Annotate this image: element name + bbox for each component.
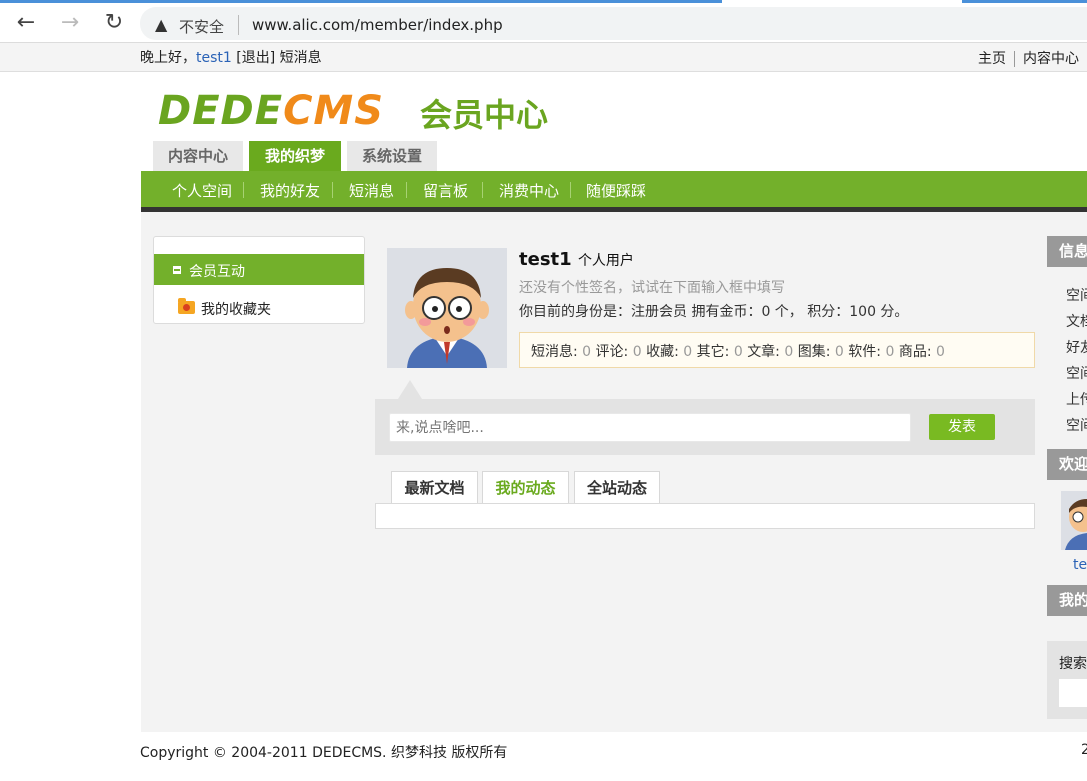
member-topbar: 晚上好，test1 [退出] 短消息 主页 内容中心 [0, 43, 1087, 72]
avatar[interactable] [1061, 491, 1087, 550]
greeting-text: 晚上好， [140, 50, 196, 66]
tab-site-activity[interactable]: 全站动态 [574, 471, 660, 503]
stat-value[interactable]: 0 [936, 344, 945, 360]
logo-text: DEDECMS [158, 88, 385, 134]
sidebar-section-label: 会员互动 [189, 264, 245, 280]
tab-my-activity[interactable]: 我的动态 [482, 471, 569, 503]
stat-label: 软件: [848, 344, 881, 360]
stat-value[interactable]: 0 [734, 344, 743, 360]
url-text[interactable]: www.alic.com/member/index.php [252, 16, 503, 34]
collapse-icon[interactable] [173, 266, 181, 274]
divider [406, 182, 407, 198]
stat-value[interactable]: 0 [582, 344, 591, 360]
postbox-caret [398, 380, 422, 399]
search-label: 搜索 [1059, 656, 1087, 672]
divider [238, 15, 239, 35]
tab-latest-docs[interactable]: 最新文档 [391, 471, 478, 503]
forward-arrow-icon[interactable]: → [57, 10, 83, 36]
sub-nav: 个人空间 我的好友 短消息 留言板 消费中心 随便踩踩 [141, 171, 1087, 207]
home-link[interactable]: 主页 [978, 51, 1006, 67]
stats-box: 短消息: 0 评论: 0 收藏: 0 其它: 0 文章: 0 图集: 0 软件:… [519, 332, 1035, 368]
tab-content-center[interactable]: 内容中心 [153, 141, 243, 171]
security-status[interactable]: 不安全 [179, 16, 224, 37]
subnav-item-consumption[interactable]: 消费中心 [499, 180, 559, 201]
info-item[interactable]: 空间 [1066, 363, 1087, 383]
stat-label: 评论: [595, 344, 629, 360]
stats-line: 短消息: 0 评论: 0 收藏: 0 其它: 0 文章: 0 图集: 0 软件:… [531, 341, 945, 361]
tab-system-settings[interactable]: 系统设置 [347, 141, 437, 171]
tab-indicator [0, 0, 722, 3]
divider [570, 182, 571, 198]
stat-value[interactable]: 0 [835, 344, 844, 360]
my-header: 我的 [1047, 585, 1087, 616]
profile-identity: 你目前的身份是：注册会员 拥有金币：0 个， 积分：100 分。 [519, 304, 909, 320]
tab-indicator [962, 0, 1087, 3]
profile-signature: 还没有个性签名，试试在下面输入框中填写 [519, 280, 785, 296]
topbar-links: 主页 内容中心 [978, 48, 1079, 68]
stat-label: 文章: [747, 344, 780, 360]
browser-address-bar: ← → ↻ ▲ 不安全 www.alic.com/member/index.ph… [0, 4, 1087, 43]
info-item[interactable]: 空间 [1066, 415, 1087, 435]
subnav-item-guestbook[interactable]: 留言板 [423, 180, 468, 201]
subnav-item-friends[interactable]: 我的好友 [260, 180, 320, 201]
footer-copyright: Copyright © 2004-2011 DEDECMS. 织梦科技 版权所有 [140, 745, 508, 761]
reload-icon[interactable]: ↻ [101, 10, 127, 36]
warning-triangle-icon[interactable]: ▲ [155, 15, 167, 34]
sidebar-section-member-interaction[interactable]: 会员互动 [154, 254, 364, 285]
sidebar-item-label: 我的收藏夹 [201, 302, 271, 318]
username-link[interactable]: test1 [196, 50, 232, 66]
user-type: 个人用户 [577, 253, 634, 269]
stat-label: 收藏: [646, 344, 679, 360]
folder-icon [178, 298, 195, 314]
divider [332, 182, 333, 198]
info-item[interactable]: 上传 [1066, 389, 1087, 409]
subnav-item-messages[interactable]: 短消息 [349, 180, 394, 201]
subnav-item-personal-space[interactable]: 个人空间 [172, 180, 232, 201]
divider [482, 182, 483, 198]
stat-value[interactable]: 0 [633, 344, 642, 360]
post-input[interactable] [389, 413, 911, 442]
footer-right: 2 [1081, 742, 1087, 758]
search-panel: 搜索 [1047, 641, 1087, 719]
logout-link[interactable]: [退出] [236, 50, 275, 66]
feed-panel [375, 503, 1035, 529]
logo-subtitle: 会员中心 [420, 96, 549, 134]
stat-label: 商品: [898, 344, 932, 360]
stat-label: 其它: [696, 344, 730, 360]
post-button[interactable]: 发表 [929, 414, 995, 440]
stat-label: 短消息: [531, 344, 578, 360]
stat-label: 图集: [797, 344, 831, 360]
info-item[interactable]: 空间 [1066, 285, 1087, 305]
info-item[interactable]: 文档 [1066, 311, 1087, 331]
greeting-area: 晚上好，test1 [退出] 短消息 [140, 47, 322, 67]
stat-value[interactable]: 0 [683, 344, 692, 360]
messages-link[interactable]: 短消息 [280, 50, 322, 66]
avatar[interactable] [387, 248, 507, 368]
search-input[interactable] [1059, 679, 1087, 707]
info-header: 信息 [1047, 236, 1087, 267]
divider [243, 182, 244, 198]
stat-value[interactable]: 0 [784, 344, 793, 360]
divider [1014, 51, 1015, 67]
back-arrow-icon[interactable]: ← [13, 10, 39, 36]
tab-my-dede[interactable]: 我的织梦 [249, 141, 341, 171]
subnav-item-random[interactable]: 随便踩踩 [586, 180, 646, 201]
welcome-username[interactable]: te [1073, 557, 1087, 573]
info-item[interactable]: 好友 [1066, 337, 1087, 357]
profile-name: test1 个人用户 [519, 249, 634, 270]
content-center-link[interactable]: 内容中心 [1023, 51, 1079, 67]
welcome-header: 欢迎 [1047, 449, 1087, 480]
stat-value[interactable]: 0 [885, 344, 894, 360]
